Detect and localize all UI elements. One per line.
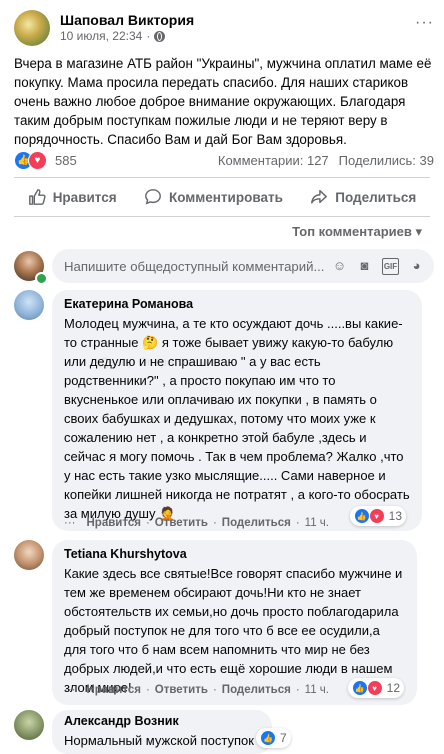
love-reaction-icon[interactable]: ♥	[28, 150, 47, 170]
comment-bubble: Екатерина Романова Молодец мужчина, а те…	[52, 290, 422, 531]
separator: ·	[145, 517, 150, 529]
sticker-icon[interactable]: ◕	[409, 258, 424, 273]
more-options-button[interactable]: ···	[415, 14, 434, 32]
comment-item: Екатерина Романова Молодец мужчина, а те…	[14, 290, 434, 531]
comment-text: Молодец мужчина, а те кто осуждают дочь …	[64, 316, 410, 521]
author-avatar[interactable]	[14, 10, 50, 46]
comment-reactions[interactable]: 👍 ♥ 12	[347, 678, 404, 698]
gif-icon[interactable]: GIF	[382, 257, 399, 275]
commenter-name[interactable]: Tetiana Khurshytova	[64, 547, 405, 561]
comment-item: Александр Возник Нормальный мужской пост…	[14, 710, 434, 754]
comment-input[interactable]: Напишите общедоступный комментарий... ☺ …	[52, 249, 434, 283]
comment-bubble: Александр Возник Нормальный мужской пост…	[52, 710, 272, 754]
separator: ·	[212, 517, 217, 529]
commenter-avatar[interactable]	[14, 290, 44, 320]
share-label: Поделиться	[335, 189, 417, 205]
comment-item: Tetiana Khurshytova Какие здесь все свят…	[14, 540, 434, 705]
divider	[14, 177, 430, 178]
comment-more-icon[interactable]: ···	[64, 684, 76, 696]
comment-composer: Напишите общедоступный комментарий... ☺ …	[14, 249, 434, 285]
comment-reaction-count: 13	[388, 509, 402, 523]
comment-button[interactable]: Комментировать	[144, 188, 283, 206]
comment-text: Нормальный мужской поступок	[64, 733, 254, 748]
post-meta: 10 июля, 22:34 ·	[60, 29, 166, 43]
emoji-icon[interactable]: ☺	[332, 258, 347, 273]
comment-time[interactable]: 11 ч.	[305, 684, 329, 696]
comment-reactions[interactable]: 👍 7	[256, 728, 291, 748]
separator: ·	[295, 517, 300, 529]
shares-count[interactable]: Поделились: 39	[339, 153, 434, 168]
comment-like-link[interactable]: Нравится	[87, 684, 141, 696]
comment-more-icon[interactable]: ···	[64, 517, 76, 529]
like-label: Нравится	[52, 189, 117, 205]
online-status-icon	[35, 272, 48, 285]
comment-reaction-count: 7	[280, 731, 287, 745]
comment-time[interactable]: 11 ч.	[305, 517, 329, 529]
post-date[interactable]: 10 июля, 22:34	[60, 29, 142, 43]
commenter-avatar[interactable]	[14, 540, 44, 570]
comments-count[interactable]: Комментарии: 127	[218, 153, 329, 168]
like-reaction-icon: 👍	[260, 730, 276, 746]
camera-icon[interactable]: ◙	[357, 258, 372, 273]
comment-text: Какие здесь все святые!Все говорят спаси…	[64, 566, 403, 695]
like-button[interactable]: Нравится	[28, 188, 117, 206]
comment-actions: ··· Нравится · Ответить · Поделиться · 11 ч…	[64, 517, 329, 529]
share-button[interactable]: Поделиться	[310, 188, 416, 206]
comment-icon	[145, 189, 161, 205]
meta-separator: ·	[146, 29, 151, 43]
post-author[interactable]: Шаповал Виктория	[60, 12, 194, 28]
love-reaction-icon: ♥	[366, 680, 383, 696]
comment-reactions[interactable]: 👍 ♥ 13	[349, 506, 406, 526]
post-stats: 👍 ♥ 585 Комментарии: 127 Поделились: 39	[14, 150, 434, 170]
comment-share-link[interactable]: Поделиться	[222, 517, 291, 529]
thumbs-up-icon	[28, 189, 46, 205]
comment-reply-link[interactable]: Ответить	[155, 684, 208, 696]
globe-icon	[154, 30, 166, 42]
like-reaction-icon: 👍	[351, 680, 368, 696]
comment-reply-link[interactable]: Ответить	[155, 517, 208, 529]
comment-like-link[interactable]: Нравится	[87, 517, 141, 529]
commenter-avatar[interactable]	[14, 710, 44, 740]
separator: ·	[295, 684, 300, 696]
reactions-count[interactable]: 585	[55, 153, 77, 168]
separator: ·	[212, 684, 217, 696]
comment-actions: ··· Нравится · Ответить · Поделиться · 11 ч…	[64, 684, 329, 696]
commenter-name[interactable]: Александр Возник	[64, 714, 260, 728]
separator: ·	[145, 684, 150, 696]
comment-placeholder[interactable]: Напишите общедоступный комментарий...	[64, 259, 324, 274]
comment-reaction-count: 12	[386, 681, 400, 695]
like-reaction-icon: 👍	[353, 508, 370, 524]
share-icon	[311, 189, 328, 204]
comment-sort-dropdown[interactable]: Топ комментариев ▾	[292, 224, 422, 240]
divider	[14, 216, 430, 217]
post-text: Вчера в магазине АТБ район "Украины", му…	[14, 56, 432, 147]
love-reaction-icon: ♥	[368, 508, 385, 524]
comment-label: Комментировать	[168, 189, 283, 205]
post-actions: Нравится Комментировать Поделиться	[14, 183, 430, 211]
commenter-name[interactable]: Екатерина Романова	[64, 297, 410, 311]
post-header: Шаповал Виктория 10 июля, 22:34 · ···	[14, 10, 434, 46]
comment-share-link[interactable]: Поделиться	[222, 684, 291, 696]
